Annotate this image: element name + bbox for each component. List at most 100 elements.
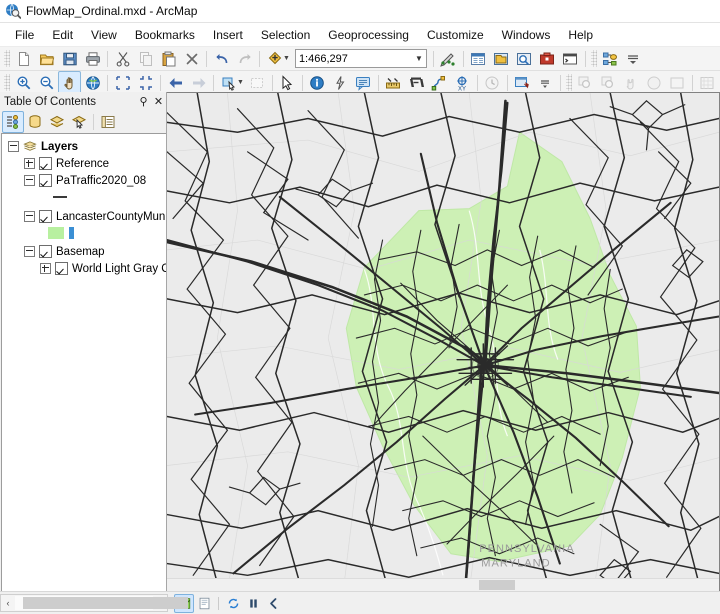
toolbar-grip[interactable] bbox=[4, 74, 10, 91]
find-icon[interactable] bbox=[405, 71, 428, 94]
go-back-extent-icon[interactable] bbox=[164, 71, 187, 94]
map-graphic[interactable]: PENNSYLVANIA MARYLAND bbox=[167, 93, 719, 591]
go-to-xy-icon[interactable]: XY bbox=[451, 71, 474, 94]
toolbar-overflow-icon[interactable] bbox=[622, 47, 645, 70]
toc-tree[interactable]: Layers Reference PaTraffic2020_08 Lancas… bbox=[1, 133, 166, 592]
zoom-in-icon[interactable] bbox=[12, 71, 35, 94]
map-horizontal-scrollbar[interactable] bbox=[167, 578, 719, 591]
refresh-view-icon[interactable] bbox=[223, 594, 243, 613]
map-canvas[interactable]: PENNSYLVANIA MARYLAND bbox=[167, 93, 719, 591]
menu-file[interactable]: File bbox=[6, 25, 43, 45]
toc-node-layers[interactable]: Layers bbox=[2, 138, 166, 155]
save-icon[interactable] bbox=[58, 47, 81, 70]
menu-edit[interactable]: Edit bbox=[43, 25, 82, 45]
go-forward-extent-icon[interactable] bbox=[187, 71, 210, 94]
layer-visibility-checkbox[interactable] bbox=[39, 174, 52, 187]
layer-visibility-checkbox[interactable] bbox=[39, 157, 52, 170]
menu-help[interactable]: Help bbox=[559, 25, 602, 45]
print-icon[interactable] bbox=[81, 47, 104, 70]
table-of-contents-icon[interactable] bbox=[467, 47, 490, 70]
zoom-out-icon[interactable] bbox=[35, 71, 58, 94]
identify-icon[interactable] bbox=[306, 71, 329, 94]
layout-zoom-out-icon[interactable] bbox=[597, 71, 620, 94]
layer-visibility-checkbox[interactable] bbox=[55, 262, 68, 275]
toc-layer-basemap[interactable]: Basemap bbox=[2, 243, 166, 260]
scroll-left-arrow-icon[interactable]: ‹ bbox=[1, 596, 15, 610]
auto-hide-pin-icon[interactable]: ⚲ bbox=[136, 94, 151, 109]
menu-customize[interactable]: Customize bbox=[418, 25, 493, 45]
find-route-icon[interactable] bbox=[428, 71, 451, 94]
toc-sublayer-world-light-gray[interactable]: World Light Gray Can bbox=[2, 260, 166, 277]
expander-icon[interactable] bbox=[24, 158, 35, 169]
layout-pan-icon[interactable] bbox=[620, 71, 643, 94]
fixed-zoom-out-icon[interactable] bbox=[134, 71, 157, 94]
line-symbol-swatch[interactable] bbox=[53, 195, 67, 198]
map-scale-combo[interactable]: 1:466,297 ▼ bbox=[294, 49, 427, 68]
list-by-source-icon[interactable] bbox=[24, 111, 46, 133]
toolbar-overflow-icon[interactable] bbox=[534, 71, 557, 94]
html-popup-icon[interactable] bbox=[352, 71, 375, 94]
open-document-icon[interactable] bbox=[35, 47, 58, 70]
clear-selection-icon[interactable] bbox=[246, 71, 269, 94]
toc-symbol-patraffic[interactable] bbox=[2, 189, 166, 204]
hyperlink-icon[interactable] bbox=[329, 71, 352, 94]
layout-1to1-icon[interactable] bbox=[666, 71, 689, 94]
toolbar-grip[interactable] bbox=[590, 50, 597, 67]
toc-options-icon[interactable] bbox=[97, 111, 119, 133]
map-view-container[interactable]: PENNSYLVANIA MARYLAND bbox=[167, 92, 720, 592]
list-by-visibility-icon[interactable] bbox=[46, 111, 68, 133]
select-elements-icon[interactable] bbox=[276, 71, 299, 94]
time-slider-icon[interactable] bbox=[481, 71, 504, 94]
toc-horizontal-scrollbar[interactable]: ‹ › bbox=[0, 594, 188, 612]
toc-layer-patraffic[interactable]: PaTraffic2020_08 bbox=[2, 172, 166, 189]
copy-icon[interactable] bbox=[134, 47, 157, 70]
menu-view[interactable]: View bbox=[82, 25, 126, 45]
layout-full-extent-icon[interactable] bbox=[643, 71, 666, 94]
menu-selection[interactable]: Selection bbox=[252, 25, 319, 45]
menu-insert[interactable]: Insert bbox=[204, 25, 252, 45]
layout-zoom-in-icon[interactable] bbox=[574, 71, 597, 94]
catalog-window-icon[interactable] bbox=[490, 47, 513, 70]
chevron-down-icon[interactable]: ▼ bbox=[412, 51, 426, 66]
scroll-thumb[interactable] bbox=[23, 597, 188, 609]
toolbox-window-icon[interactable] bbox=[536, 47, 559, 70]
expander-icon[interactable] bbox=[24, 246, 35, 257]
zoom-whole-page-icon[interactable] bbox=[696, 71, 719, 94]
measure-icon[interactable] bbox=[382, 71, 405, 94]
delete-icon[interactable] bbox=[180, 47, 203, 70]
list-by-drawing-order-icon[interactable] bbox=[2, 111, 24, 133]
expander-icon[interactable] bbox=[24, 175, 35, 186]
editor-toolbar-icon[interactable] bbox=[437, 47, 460, 70]
create-viewer-window-icon[interactable] bbox=[511, 71, 534, 94]
polygon-symbol-swatch[interactable] bbox=[48, 226, 64, 239]
toc-layer-reference[interactable]: Reference bbox=[2, 155, 166, 172]
continue-drawing-icon[interactable] bbox=[263, 594, 283, 613]
toolbar-grip[interactable] bbox=[565, 74, 572, 91]
undo-icon[interactable] bbox=[210, 47, 233, 70]
add-data-icon[interactable] bbox=[263, 47, 286, 70]
fixed-zoom-in-icon[interactable] bbox=[111, 71, 134, 94]
select-features-icon[interactable] bbox=[217, 71, 240, 94]
menu-bookmarks[interactable]: Bookmarks bbox=[126, 25, 204, 45]
paste-icon[interactable] bbox=[157, 47, 180, 70]
layer-visibility-checkbox[interactable] bbox=[39, 245, 52, 258]
redo-icon[interactable] bbox=[233, 47, 256, 70]
menu-windows[interactable]: Windows bbox=[493, 25, 560, 45]
full-extent-icon[interactable] bbox=[81, 71, 104, 94]
expander-icon[interactable] bbox=[40, 263, 51, 274]
map-scale-value[interactable]: 1:466,297 bbox=[296, 53, 412, 65]
toc-layer-lancaster[interactable]: LancasterCountyMunicip bbox=[2, 208, 166, 225]
new-document-icon[interactable] bbox=[12, 47, 35, 70]
pan-icon[interactable] bbox=[58, 71, 81, 94]
scroll-track[interactable] bbox=[15, 596, 188, 610]
list-by-selection-icon[interactable] bbox=[68, 111, 90, 133]
toc-symbol-lancaster[interactable] bbox=[2, 225, 166, 240]
search-window-icon[interactable] bbox=[513, 47, 536, 70]
expander-icon[interactable] bbox=[24, 211, 35, 222]
expander-icon[interactable] bbox=[8, 141, 19, 152]
bar-symbol-swatch[interactable] bbox=[69, 226, 74, 239]
layer-visibility-checkbox[interactable] bbox=[39, 210, 52, 223]
map-scroll-thumb[interactable] bbox=[479, 580, 515, 590]
python-window-icon[interactable] bbox=[559, 47, 582, 70]
menu-geoprocessing[interactable]: Geoprocessing bbox=[319, 25, 418, 45]
